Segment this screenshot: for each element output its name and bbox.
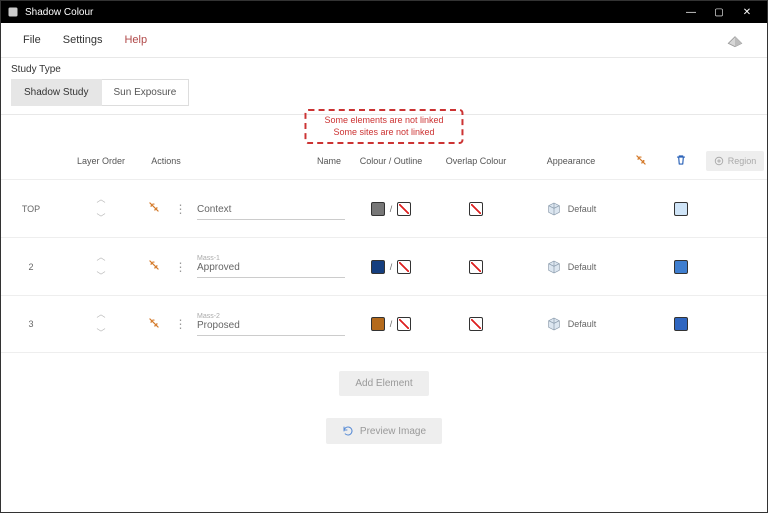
app-logo-icon [725,30,745,50]
unlink-button[interactable] [147,316,161,333]
row-name-input[interactable]: Context [197,198,345,220]
warning-line-1: Some elements are not linked [324,115,443,127]
col-layer-order: Layer Order [61,156,141,166]
unlink-all-button[interactable] [621,153,661,169]
col-overlap-colour: Overlap Colour [431,156,521,166]
tab-shadow-study[interactable]: Shadow Study [11,79,102,106]
move-down-button[interactable]: ﹀ [96,329,105,338]
row-order: 2 [1,262,61,272]
colour-swatch[interactable] [371,317,385,331]
element-row: 2 ︿ ﹀ ⋮ Mass-1 Approved / Default [1,237,767,295]
row-order: TOP [1,204,61,214]
unlink-icon [147,258,161,272]
unlink-button[interactable] [147,200,161,217]
menu-help[interactable]: Help [124,34,147,46]
unlink-icon [147,316,161,330]
add-region-button[interactable]: Region [706,151,765,171]
move-down-button[interactable]: ﹀ [96,272,105,281]
move-up-button[interactable]: ︿ [96,310,105,319]
move-up-button[interactable]: ︿ [96,253,105,262]
cube-icon [546,259,562,275]
element-rows: TOP ︿ ﹀ ⋮ Context / Default 2 ︿ ﹀ [1,179,767,353]
tab-sun-exposure[interactable]: Sun Exposure [102,79,190,106]
reorder-arrows: ︿ ﹀ [61,310,141,338]
region-swatch[interactable] [674,202,688,216]
region-swatch[interactable] [674,317,688,331]
overlap-swatch[interactable] [469,317,483,331]
refresh-icon [342,425,354,437]
outline-swatch[interactable] [397,260,411,274]
preview-image-button[interactable]: Preview Image [326,418,442,444]
outline-swatch[interactable] [397,202,411,216]
menu-bar: File Settings Help [1,23,767,57]
plus-circle-icon [714,156,724,166]
region-button-label: Region [728,156,757,166]
region-swatch[interactable] [674,260,688,274]
warning-line-2: Some sites are not linked [324,127,443,139]
title-bar: Shadow Colour — ▢ ✕ [1,1,767,23]
reorder-arrows: ︿ ﹀ [61,195,141,223]
appearance-select[interactable]: Default [521,316,621,332]
colour-swatch[interactable] [371,260,385,274]
cube-icon [546,201,562,217]
row-menu-button[interactable]: ⋮ [175,317,186,331]
colour-swatch[interactable] [371,202,385,216]
window-title: Shadow Colour [25,7,677,18]
move-up-button[interactable]: ︿ [96,195,105,204]
add-element-button[interactable]: Add Element [339,371,428,396]
col-appearance: Appearance [521,156,621,166]
row-order: 3 [1,319,61,329]
unlink-icon [634,153,648,167]
unlink-button[interactable] [147,258,161,275]
move-down-button[interactable]: ﹀ [96,214,105,223]
row-name-input[interactable]: Proposed [197,320,345,336]
appearance-select[interactable]: Default [521,259,621,275]
overlap-swatch[interactable] [469,202,483,216]
minimize-button[interactable]: — [677,7,705,18]
app-icon [7,6,19,18]
appearance-select[interactable]: Default [521,201,621,217]
row-name-input[interactable]: Approved [197,262,345,278]
row-menu-button[interactable]: ⋮ [175,260,186,274]
overlap-swatch[interactable] [469,260,483,274]
maximize-button[interactable]: ▢ [705,7,733,18]
menu-settings[interactable]: Settings [63,34,103,46]
trash-icon [674,153,688,167]
unlink-icon [147,200,161,214]
col-name: Name [191,156,351,166]
col-colour-outline: Colour / Outline [351,156,431,167]
row-subname: Mass-2 [197,313,345,320]
row-subname: Mass-1 [197,255,345,262]
outline-swatch[interactable] [397,317,411,331]
reorder-arrows: ︿ ﹀ [61,253,141,281]
warning-banner: Some elements are not linked Some sites … [304,109,463,144]
col-actions: Actions [141,156,191,166]
study-type-label: Study Type [1,58,767,79]
footer-buttons: Add Element Preview Image [1,371,767,444]
element-row: 3 ︿ ﹀ ⋮ Mass-2 Proposed / Default [1,295,767,353]
grid-header: Layer Order Actions Name Colour / Outlin… [1,151,767,179]
close-button[interactable]: ✕ [733,7,761,18]
delete-all-button[interactable] [661,153,701,169]
element-row: TOP ︿ ﹀ ⋮ Context / Default [1,179,767,237]
cube-icon [546,316,562,332]
row-menu-button[interactable]: ⋮ [175,202,186,216]
menu-file[interactable]: File [23,34,41,46]
